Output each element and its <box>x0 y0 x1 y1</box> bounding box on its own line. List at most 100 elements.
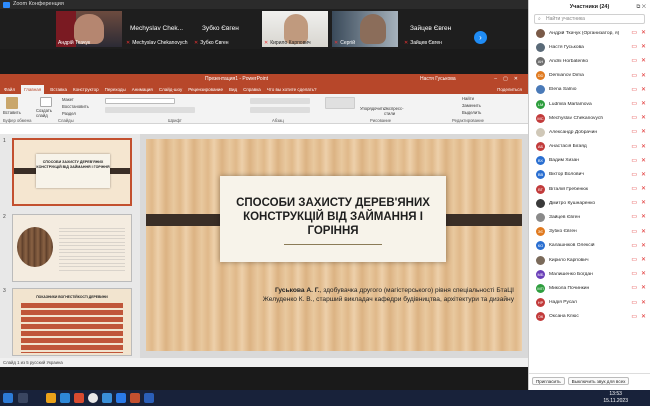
participant-row[interactable]: Александр Добрачин ▭ ✕ <box>529 125 650 139</box>
mic-off-icon: ✕ <box>640 242 646 249</box>
font-format-buttons[interactable] <box>105 107 195 113</box>
mute-all-button[interactable]: Выключить звук для всех <box>567 377 630 385</box>
participant-row[interactable]: НР Надія Русал ▭ ✕ <box>529 296 650 310</box>
participant-row[interactable]: МБ Малишенко Богдан ▭ ✕ <box>529 267 650 281</box>
tab-transitions[interactable]: Переходы <box>105 85 126 94</box>
thumb-title: СПОСОБИ ЗАХИСТУ ДЕРЕВ'ЯНИХ КОНСТРУКЦІЙ В… <box>36 154 110 188</box>
align-buttons[interactable] <box>250 107 310 113</box>
participant-row[interactable]: Elena Salnio ▭ ✕ <box>529 83 650 97</box>
participant-row[interactable]: Кирило Карпович ▭ ✕ <box>529 253 650 267</box>
reset-button[interactable]: Восстановить <box>62 104 89 109</box>
participant-row[interactable]: ВГ Віталій Гребенюк ▭ ✕ <box>529 182 650 196</box>
zoom-icon[interactable] <box>116 393 126 403</box>
tab-file[interactable]: Файл <box>4 85 15 94</box>
slide-editor[interactable]: СПОСОБИ ЗАХИСТУ ДЕРЕВ'ЯНИХ КОНСТРУКЦІЙ В… <box>140 134 528 358</box>
tab-view[interactable]: Вид <box>229 85 237 94</box>
window-controls[interactable]: –▢✕ <box>494 74 524 85</box>
system-clock[interactable]: 13:53 15.11.2023 <box>603 391 628 404</box>
panel-controls[interactable]: ⧉ ✕ <box>636 0 646 14</box>
viber-icon[interactable] <box>102 393 112 403</box>
section-button[interactable]: Раздел <box>62 111 76 116</box>
slide-thumb-1[interactable]: СПОСОБИ ЗАХИСТУ ДЕРЕВ'ЯНИХ КОНСТРУКЦІЙ В… <box>12 138 132 206</box>
video-tile-2[interactable]: Mechyslav Chek... ✕ Mechyslav Chekanovych <box>124 11 190 47</box>
tab-design[interactable]: Конструктор <box>73 85 99 94</box>
shapes-gallery[interactable] <box>325 97 355 109</box>
zoom-logo-icon <box>3 1 10 8</box>
quick-styles-button[interactable]: Экспресс-стили <box>384 106 410 116</box>
select-button[interactable]: Выделить <box>462 110 481 115</box>
video-off-icon: ▭ <box>631 242 637 249</box>
participant-row[interactable]: Дмитро Кушнаренко ▭ ✕ <box>529 196 650 210</box>
video-tile-5[interactable]: ✕ Сергій <box>332 11 398 47</box>
video-off-icon: ▭ <box>631 271 637 278</box>
tab-help[interactable]: Справка <box>243 85 261 94</box>
mic-off-icon: ✕ <box>640 30 646 36</box>
current-slide[interactable]: СПОСОБИ ЗАХИСТУ ДЕРЕВ'ЯНИХ КОНСТРУКЦІЙ В… <box>146 139 522 351</box>
paragraph-buttons[interactable] <box>250 98 310 104</box>
participant-row[interactable]: ВВ Віктор Волович ▭ ✕ <box>529 168 650 182</box>
ppt-title: Презентация1 - PowerPoint <box>205 76 268 82</box>
search-icon[interactable] <box>18 393 28 403</box>
participant-search-input[interactable]: ⌕ Найти участника <box>534 14 645 24</box>
participant-row[interactable]: Зайцев Євген ▭ ✕ <box>529 210 650 224</box>
slide-thumb-3[interactable]: ПОКАЗНИКИ ВОГНЕСТІЙКОСТІ ДЕРЕВИНИ <box>12 288 132 356</box>
new-slide-icon[interactable] <box>40 97 52 107</box>
next-page-arrow-icon[interactable]: › <box>474 31 487 44</box>
slide-thumb-2[interactable] <box>12 214 132 282</box>
participant-row[interactable]: LM Ludmila Marlamova ▭ ✕ <box>529 97 650 111</box>
participant-row[interactable]: AH Andrii Horbatenko ▭ ✕ <box>529 54 650 68</box>
share-button[interactable]: Поделиться <box>497 85 522 94</box>
participant-row[interactable]: Настя Гуськова ▭ ✕ <box>529 40 650 54</box>
invite-button[interactable]: Пригласить <box>532 377 565 385</box>
paste-icon[interactable] <box>6 97 18 109</box>
participant-row[interactable]: ЗЄ Зубко Євген ▭ ✕ <box>529 225 650 239</box>
arrange-button[interactable]: Упорядочить <box>360 106 385 111</box>
mic-off-icon: ✕ <box>640 143 646 150</box>
find-button[interactable]: Найти <box>462 96 474 101</box>
video-tile-4[interactable]: ✕ Кирило Карпович <box>262 11 328 47</box>
explorer-icon[interactable] <box>46 393 56 403</box>
avatar <box>536 198 545 208</box>
tell-me-search[interactable]: Что вы хотите сделать? <box>267 85 317 94</box>
avatar <box>536 213 545 223</box>
start-icon[interactable] <box>3 393 13 403</box>
tab-home[interactable]: Главная <box>21 85 45 94</box>
participant-row[interactable]: ОК Оксана Клюс ▭ ✕ <box>529 310 650 324</box>
avatar: НР <box>536 298 545 308</box>
slide-title-card[interactable]: СПОСОБИ ЗАХИСТУ ДЕРЕВ'ЯНИХ КОНСТРУКЦІЙ В… <box>220 176 446 262</box>
powerpoint-icon[interactable] <box>130 393 140 403</box>
slide-authors[interactable]: Гуськова А. Г., здобувачка другого (магі… <box>263 286 514 304</box>
font-name-select[interactable] <box>105 98 175 104</box>
video-tile-3[interactable]: Зубко Євген ✕ Зубко Євген <box>192 11 258 47</box>
participant-row[interactable]: DD Demianov Dima ▭ ✕ <box>529 69 650 83</box>
participant-row[interactable]: АБ Анастасія Бігаяд ▭ ✕ <box>529 140 650 154</box>
slide-title[interactable]: СПОСОБИ ЗАХИСТУ ДЕРЕВ'ЯНИХ КОНСТРУКЦІЙ В… <box>220 196 446 238</box>
participant-row[interactable]: ВХ Вадим Хизан ▭ ✕ <box>529 154 650 168</box>
replace-button[interactable]: Заменить <box>462 103 481 108</box>
tab-review[interactable]: Рецензирование <box>188 85 223 94</box>
ppt-user[interactable]: Настя Гуськова <box>420 74 456 85</box>
video-tile-6[interactable]: Зайцев Євген ✕ Зайцев Євген <box>402 11 468 47</box>
store-icon[interactable] <box>74 393 84 403</box>
participants-header: Участники (24) <box>569 4 610 10</box>
ribbon: Вставить Создать слайд Макет Восстановит… <box>0 94 528 124</box>
new-slide-button[interactable]: Создать слайд <box>36 108 58 118</box>
tab-insert[interactable]: Вставка <box>50 85 67 94</box>
edge-icon[interactable] <box>60 393 70 403</box>
status-bar: Слайд 1 из 5 русский Украина <box>0 358 528 367</box>
tab-slideshow[interactable]: Слайд-шоу <box>159 85 182 94</box>
chrome-icon[interactable] <box>88 393 98 403</box>
participant-row[interactable]: МП Микола Починкин ▭ ✕ <box>529 281 650 295</box>
tab-animations[interactable]: Анимация <box>132 85 153 94</box>
layout-button[interactable]: Макет <box>62 97 74 102</box>
video-tile-1[interactable]: Андрій Ткачук <box>56 11 122 47</box>
video-off-icon: ▭ <box>631 143 637 150</box>
participant-row[interactable]: КО Калашніков Олексій ▭ ✕ <box>529 239 650 253</box>
participant-row[interactable]: MC Mechyslav Chekanovych ▭ ✕ <box>529 111 650 125</box>
paste-button[interactable]: Вставить <box>3 110 21 115</box>
participant-row[interactable]: Андрій Ткачук (Организатор, я) ▭ ✕ <box>529 26 650 40</box>
mic-off-icon: ✕ <box>640 100 646 107</box>
zoom-window-title: Zoom Конференция <box>13 1 64 7</box>
group-clipboard: Буфер обмена <box>3 118 32 123</box>
word-icon[interactable] <box>144 393 154 403</box>
